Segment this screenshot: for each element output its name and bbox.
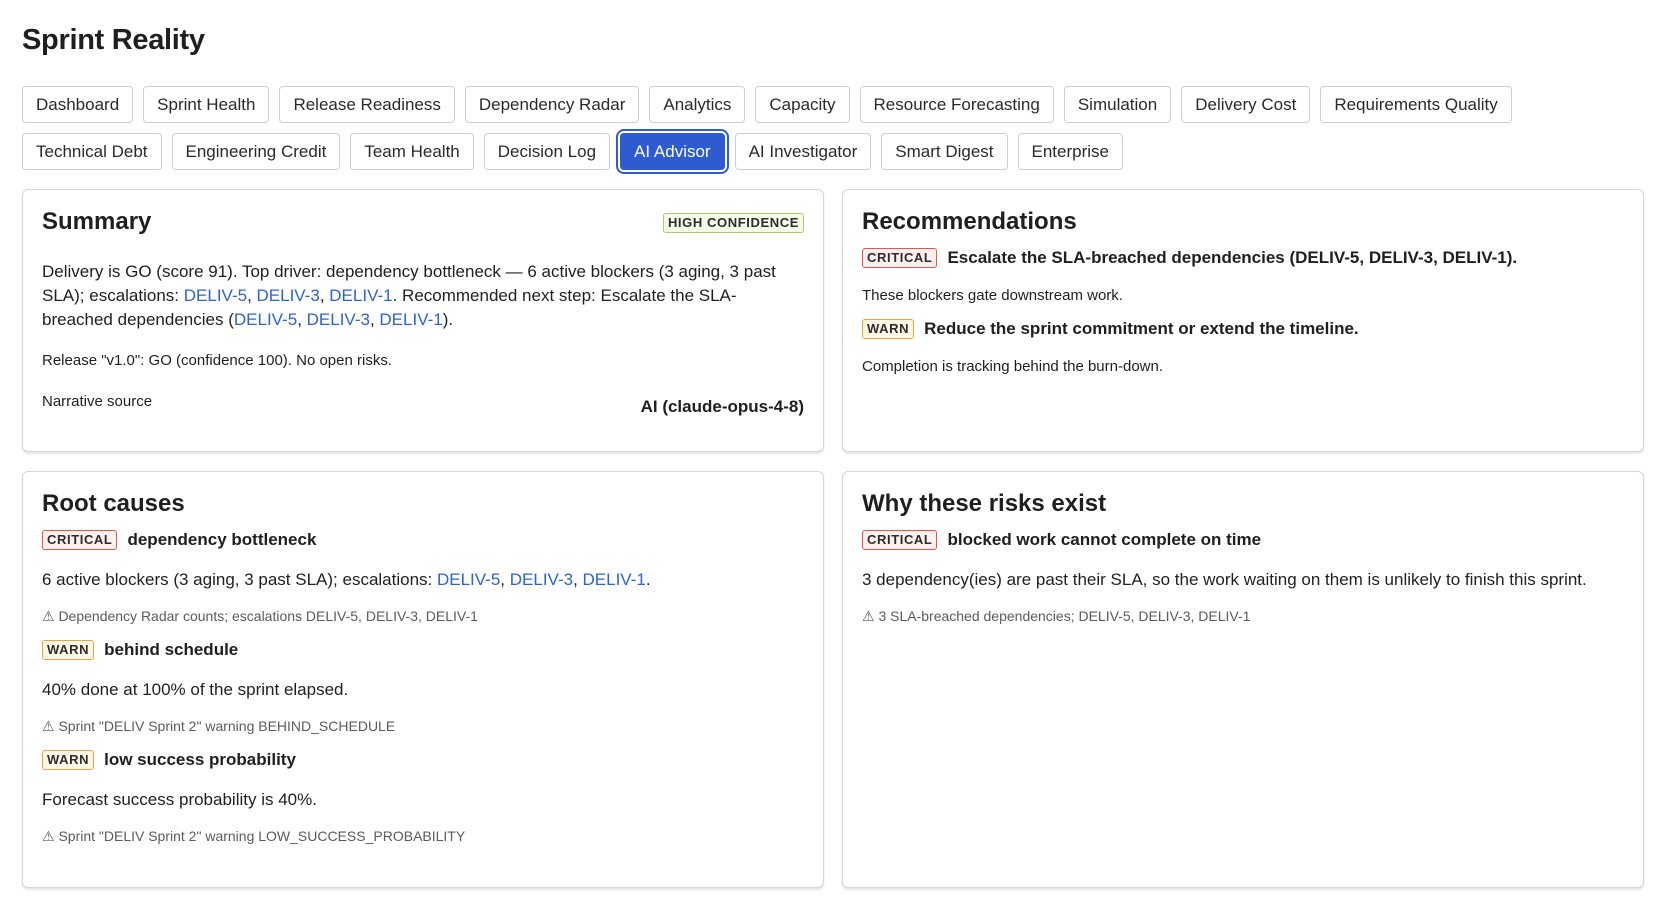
recommendation-detail: Completion is tracking behind the burn-d…: [862, 358, 1164, 375]
tab-delivery-cost[interactable]: Delivery Cost: [1181, 86, 1311, 123]
root-cause-item: WARN low success probability: [42, 750, 296, 770]
desc-text: 6 active blockers (3 aging, 3 past SLA);…: [42, 570, 437, 589]
escalation-link[interactable]: DELIV-3: [510, 570, 573, 589]
recommendation-detail: These blockers gate downstream work.: [862, 287, 1123, 304]
tab-capacity[interactable]: Capacity: [755, 86, 850, 123]
why-risks-card: Why these risks exist CRITICAL blocked w…: [842, 471, 1644, 888]
narrative-source-label: Narrative source: [42, 393, 153, 410]
root-causes-title: Root causes: [42, 490, 185, 517]
tab-row-1: Dashboard Sprint Health Release Readines…: [22, 86, 1642, 123]
recommendation-title: Reduce the sprint commitment or extend t…: [924, 319, 1359, 338]
tab-bar: Dashboard Sprint Health Release Readines…: [22, 86, 1642, 180]
risk-reason-item: CRITICAL blocked work cannot complete on…: [862, 530, 1261, 550]
severity-badge-warn: WARN: [42, 750, 95, 770]
tab-resource-forecasting[interactable]: Resource Forecasting: [859, 86, 1054, 123]
recommendations-title: Recommendations: [862, 208, 1077, 235]
separator: ,: [297, 310, 307, 329]
tab-decision-log[interactable]: Decision Log: [483, 133, 611, 170]
narrative-source-value: AI (claude-opus-4-8): [640, 397, 804, 416]
severity-badge-critical: CRITICAL: [42, 530, 118, 550]
tab-team-health[interactable]: Team Health: [350, 133, 474, 170]
summary-title: Summary: [42, 208, 152, 235]
root-cause-title: behind schedule: [104, 640, 239, 659]
risk-reason-title: blocked work cannot complete on time: [947, 530, 1262, 549]
summary-narrative: Delivery is GO (score 91). Top driver: d…: [42, 260, 782, 332]
tab-release-readiness[interactable]: Release Readiness: [279, 86, 455, 123]
root-cause-item: CRITICAL dependency bottleneck: [42, 530, 316, 550]
tab-technical-debt[interactable]: Technical Debt: [22, 133, 162, 170]
separator: ,: [500, 570, 510, 589]
tab-smart-digest[interactable]: Smart Digest: [881, 133, 1008, 170]
root-cause-desc: Forecast success probability is 40%.: [42, 790, 317, 809]
tab-ai-advisor[interactable]: AI Advisor: [620, 133, 725, 170]
escalation-link[interactable]: DELIV-5: [184, 286, 247, 305]
severity-badge-critical: CRITICAL: [862, 530, 938, 550]
tab-dependency-radar[interactable]: Dependency Radar: [464, 86, 640, 123]
confidence-badge: HIGH CONFIDENCE: [662, 213, 804, 233]
escalation-link[interactable]: DELIV-3: [307, 310, 370, 329]
risk-reason-evidence: ⚠ 3 SLA-breached dependencies; DELIV-5, …: [862, 608, 1251, 624]
tab-analytics[interactable]: Analytics: [649, 86, 746, 123]
risk-reason-desc: 3 dependency(ies) are past their SLA, so…: [862, 570, 1587, 589]
separator: ,: [369, 310, 380, 329]
tab-simulation[interactable]: Simulation: [1063, 86, 1172, 123]
recommendation-item: CRITICAL Escalate the SLA-breached depen…: [862, 248, 1517, 268]
tab-ai-investigator[interactable]: AI Investigator: [734, 133, 872, 170]
root-cause-evidence: ⚠ Sprint "DELIV Sprint 2" warning BEHIND…: [42, 718, 396, 734]
separator: ,: [319, 286, 330, 305]
escalation-link[interactable]: DELIV-1: [329, 286, 392, 305]
tab-dashboard[interactable]: Dashboard: [22, 86, 134, 123]
recommendation-title: Escalate the SLA-breached dependencies (…: [947, 248, 1518, 267]
escalation-link[interactable]: DELIV-5: [437, 570, 500, 589]
severity-badge-warn: WARN: [42, 640, 95, 660]
root-cause-desc: 40% done at 100% of the sprint elapsed.: [42, 680, 349, 699]
summary-text-part: ).: [442, 310, 454, 329]
release-status: Release "v1.0": GO (confidence 100). No …: [42, 352, 392, 369]
root-cause-item: WARN behind schedule: [42, 640, 238, 660]
escalation-link[interactable]: DELIV-5: [234, 310, 297, 329]
root-causes-card: Root causes CRITICAL dependency bottlene…: [22, 471, 824, 888]
escalation-link[interactable]: DELIV-1: [583, 570, 646, 589]
separator: ,: [247, 286, 257, 305]
tab-enterprise[interactable]: Enterprise: [1017, 133, 1123, 170]
root-cause-evidence: ⚠ Sprint "DELIV Sprint 2" warning LOW_SU…: [42, 828, 466, 844]
separator: ,: [573, 570, 583, 589]
severity-badge-warn: WARN: [862, 319, 915, 339]
summary-card: Summary HIGH CONFIDENCE Delivery is GO (…: [22, 189, 824, 452]
tab-sprint-health[interactable]: Sprint Health: [143, 86, 270, 123]
root-cause-title: low success probability: [104, 750, 296, 769]
escalation-link[interactable]: DELIV-1: [379, 310, 442, 329]
root-cause-desc: 6 active blockers (3 aging, 3 past SLA);…: [42, 568, 651, 592]
app-title: Sprint Reality: [22, 24, 205, 56]
root-cause-title: dependency bottleneck: [127, 530, 317, 549]
escalation-link[interactable]: DELIV-3: [257, 286, 320, 305]
root-cause-evidence: ⚠ Dependency Radar counts; escalations D…: [42, 608, 478, 624]
severity-badge-critical: CRITICAL: [862, 248, 938, 268]
tab-row-2: Technical Debt Engineering Credit Team H…: [22, 133, 1642, 170]
desc-text: .: [645, 570, 651, 589]
recommendations-card: Recommendations CRITICAL Escalate the SL…: [842, 189, 1644, 452]
recommendation-item: WARN Reduce the sprint commitment or ext…: [862, 319, 1359, 339]
why-risks-title: Why these risks exist: [862, 490, 1107, 517]
tab-requirements-quality[interactable]: Requirements Quality: [1320, 86, 1512, 123]
tab-engineering-credit[interactable]: Engineering Credit: [171, 133, 341, 170]
